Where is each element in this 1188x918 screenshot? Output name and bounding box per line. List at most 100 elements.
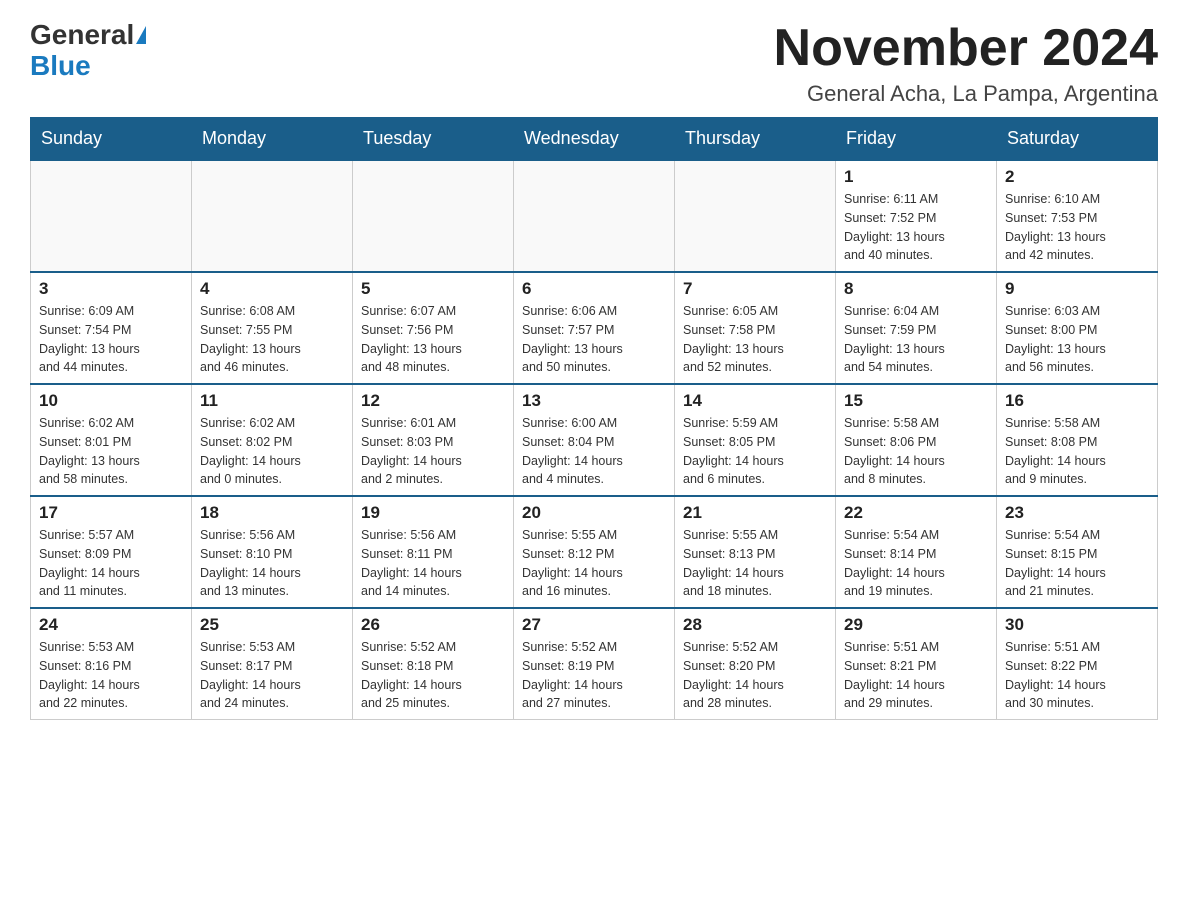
calendar-table: SundayMondayTuesdayWednesdayThursdayFrid… <box>30 117 1158 720</box>
day-info: Sunrise: 6:09 AMSunset: 7:54 PMDaylight:… <box>39 302 183 377</box>
calendar-header-row: SundayMondayTuesdayWednesdayThursdayFrid… <box>31 118 1158 161</box>
calendar-cell <box>675 160 836 272</box>
day-number: 10 <box>39 391 183 411</box>
day-number: 6 <box>522 279 666 299</box>
day-number: 3 <box>39 279 183 299</box>
calendar-cell: 15Sunrise: 5:58 AMSunset: 8:06 PMDayligh… <box>836 384 997 496</box>
calendar-cell: 22 Sunrise: 5:54 AMSunset: 8:14 PMDayligh… <box>836 496 997 608</box>
calendar-cell: 2 Sunrise: 6:10 AMSunset: 7:53 PMDaylight… <box>997 160 1158 272</box>
calendar-cell: 14Sunrise: 5:59 AMSunset: 8:05 PMDayligh… <box>675 384 836 496</box>
day-number: 9 <box>1005 279 1149 299</box>
day-number: 5 <box>361 279 505 299</box>
calendar-week-row: 1 Sunrise: 6:11 AMSunset: 7:52 PMDaylight… <box>31 160 1158 272</box>
day-number: 26 <box>361 615 505 635</box>
day-info: Sunrise: 6:06 AMSunset: 7:57 PMDaylight:… <box>522 302 666 377</box>
calendar-cell: 6 Sunrise: 6:06 AMSunset: 7:57 PMDaylight… <box>514 272 675 384</box>
calendar-cell: 28 Sunrise: 5:52 AMSunset: 8:20 PMDayligh… <box>675 608 836 720</box>
calendar-cell: 27Sunrise: 5:52 AMSunset: 8:19 PMDayligh… <box>514 608 675 720</box>
calendar-cell: 24Sunrise: 5:53 AMSunset: 8:16 PMDayligh… <box>31 608 192 720</box>
calendar-week-row: 17 Sunrise: 5:57 AMSunset: 8:09 PMDayligh… <box>31 496 1158 608</box>
day-number: 28 <box>683 615 827 635</box>
calendar-cell: 12 Sunrise: 6:01 AMSunset: 8:03 PMDayligh… <box>353 384 514 496</box>
calendar-cell <box>31 160 192 272</box>
day-number: 7 <box>683 279 827 299</box>
day-number: 29 <box>844 615 988 635</box>
calendar-cell: 1 Sunrise: 6:11 AMSunset: 7:52 PMDaylight… <box>836 160 997 272</box>
day-info: Sunrise: 6:11 AMSunset: 7:52 PMDaylight:… <box>844 190 988 265</box>
day-info: Sunrise: 6:03 AMSunset: 8:00 PMDaylight:… <box>1005 302 1149 377</box>
calendar-cell: 8Sunrise: 6:04 AMSunset: 7:59 PMDaylight… <box>836 272 997 384</box>
day-info: Sunrise: 5:55 AMSunset: 8:13 PMDaylight:… <box>683 526 827 601</box>
day-info: Sunrise: 5:53 AMSunset: 8:16 PMDaylight:… <box>39 638 183 713</box>
day-number: 20 <box>522 503 666 523</box>
calendar-week-row: 10 Sunrise: 6:02 AMSunset: 8:01 PMDayligh… <box>31 384 1158 496</box>
day-number: 17 <box>39 503 183 523</box>
calendar-cell: 17 Sunrise: 5:57 AMSunset: 8:09 PMDayligh… <box>31 496 192 608</box>
day-number: 1 <box>844 167 988 187</box>
calendar-cell: 29Sunrise: 5:51 AMSunset: 8:21 PMDayligh… <box>836 608 997 720</box>
calendar-cell: 30 Sunrise: 5:51 AMSunset: 8:22 PMDayligh… <box>997 608 1158 720</box>
day-info: Sunrise: 5:58 AMSunset: 8:06 PMDaylight:… <box>844 414 988 489</box>
calendar-cell: 16Sunrise: 5:58 AMSunset: 8:08 PMDayligh… <box>997 384 1158 496</box>
calendar-cell: 26Sunrise: 5:52 AMSunset: 8:18 PMDayligh… <box>353 608 514 720</box>
day-info: Sunrise: 5:54 AMSunset: 8:14 PMDaylight:… <box>844 526 988 601</box>
day-number: 21 <box>683 503 827 523</box>
day-info: Sunrise: 6:07 AMSunset: 7:56 PMDaylight:… <box>361 302 505 377</box>
calendar-cell: 11 Sunrise: 6:02 AMSunset: 8:02 PMDayligh… <box>192 384 353 496</box>
calendar-week-row: 24Sunrise: 5:53 AMSunset: 8:16 PMDayligh… <box>31 608 1158 720</box>
day-info: Sunrise: 6:02 AMSunset: 8:02 PMDaylight:… <box>200 414 344 489</box>
title-area: November 2024 General Acha, La Pampa, Ar… <box>774 20 1158 107</box>
day-info: Sunrise: 5:53 AMSunset: 8:17 PMDaylight:… <box>200 638 344 713</box>
day-info: Sunrise: 6:02 AMSunset: 8:01 PMDaylight:… <box>39 414 183 489</box>
day-number: 19 <box>361 503 505 523</box>
calendar-cell <box>192 160 353 272</box>
day-number: 22 <box>844 503 988 523</box>
calendar-cell <box>353 160 514 272</box>
day-number: 30 <box>1005 615 1149 635</box>
calendar-cell: 19 Sunrise: 5:56 AMSunset: 8:11 PMDayligh… <box>353 496 514 608</box>
day-number: 12 <box>361 391 505 411</box>
column-header-tuesday: Tuesday <box>353 118 514 161</box>
day-info: Sunrise: 5:51 AMSunset: 8:22 PMDaylight:… <box>1005 638 1149 713</box>
day-info: Sunrise: 6:10 AMSunset: 7:53 PMDaylight:… <box>1005 190 1149 265</box>
calendar-cell: 3 Sunrise: 6:09 AMSunset: 7:54 PMDaylight… <box>31 272 192 384</box>
day-info: Sunrise: 5:55 AMSunset: 8:12 PMDaylight:… <box>522 526 666 601</box>
column-header-sunday: Sunday <box>31 118 192 161</box>
calendar-cell: 9 Sunrise: 6:03 AMSunset: 8:00 PMDaylight… <box>997 272 1158 384</box>
day-number: 13 <box>522 391 666 411</box>
calendar-cell: 25 Sunrise: 5:53 AMSunset: 8:17 PMDayligh… <box>192 608 353 720</box>
day-number: 27 <box>522 615 666 635</box>
calendar-cell: 23 Sunrise: 5:54 AMSunset: 8:15 PMDayligh… <box>997 496 1158 608</box>
location-subtitle: General Acha, La Pampa, Argentina <box>774 81 1158 107</box>
day-info: Sunrise: 5:57 AMSunset: 8:09 PMDaylight:… <box>39 526 183 601</box>
day-info: Sunrise: 6:00 AMSunset: 8:04 PMDaylight:… <box>522 414 666 489</box>
calendar-cell: 18Sunrise: 5:56 AMSunset: 8:10 PMDayligh… <box>192 496 353 608</box>
page-header: General Blue November 2024 General Acha,… <box>30 20 1158 107</box>
column-header-thursday: Thursday <box>675 118 836 161</box>
day-info: Sunrise: 5:56 AMSunset: 8:11 PMDaylight:… <box>361 526 505 601</box>
column-header-monday: Monday <box>192 118 353 161</box>
day-number: 2 <box>1005 167 1149 187</box>
day-number: 25 <box>200 615 344 635</box>
month-title: November 2024 <box>774 20 1158 77</box>
day-number: 18 <box>200 503 344 523</box>
calendar-cell: 4Sunrise: 6:08 AMSunset: 7:55 PMDaylight… <box>192 272 353 384</box>
column-header-friday: Friday <box>836 118 997 161</box>
day-info: Sunrise: 5:59 AMSunset: 8:05 PMDaylight:… <box>683 414 827 489</box>
logo-general-text: General <box>30 20 134 51</box>
day-number: 11 <box>200 391 344 411</box>
calendar-cell: 21 Sunrise: 5:55 AMSunset: 8:13 PMDayligh… <box>675 496 836 608</box>
calendar-cell: 10 Sunrise: 6:02 AMSunset: 8:01 PMDayligh… <box>31 384 192 496</box>
calendar-cell <box>514 160 675 272</box>
calendar-cell: 5 Sunrise: 6:07 AMSunset: 7:56 PMDaylight… <box>353 272 514 384</box>
calendar-cell: 7 Sunrise: 6:05 AMSunset: 7:58 PMDaylight… <box>675 272 836 384</box>
logo-blue-text: Blue <box>30 51 91 82</box>
day-info: Sunrise: 5:52 AMSunset: 8:20 PMDaylight:… <box>683 638 827 713</box>
day-info: Sunrise: 6:05 AMSunset: 7:58 PMDaylight:… <box>683 302 827 377</box>
day-info: Sunrise: 5:54 AMSunset: 8:15 PMDaylight:… <box>1005 526 1149 601</box>
day-info: Sunrise: 6:01 AMSunset: 8:03 PMDaylight:… <box>361 414 505 489</box>
day-info: Sunrise: 5:58 AMSunset: 8:08 PMDaylight:… <box>1005 414 1149 489</box>
day-number: 23 <box>1005 503 1149 523</box>
column-header-saturday: Saturday <box>997 118 1158 161</box>
day-number: 4 <box>200 279 344 299</box>
